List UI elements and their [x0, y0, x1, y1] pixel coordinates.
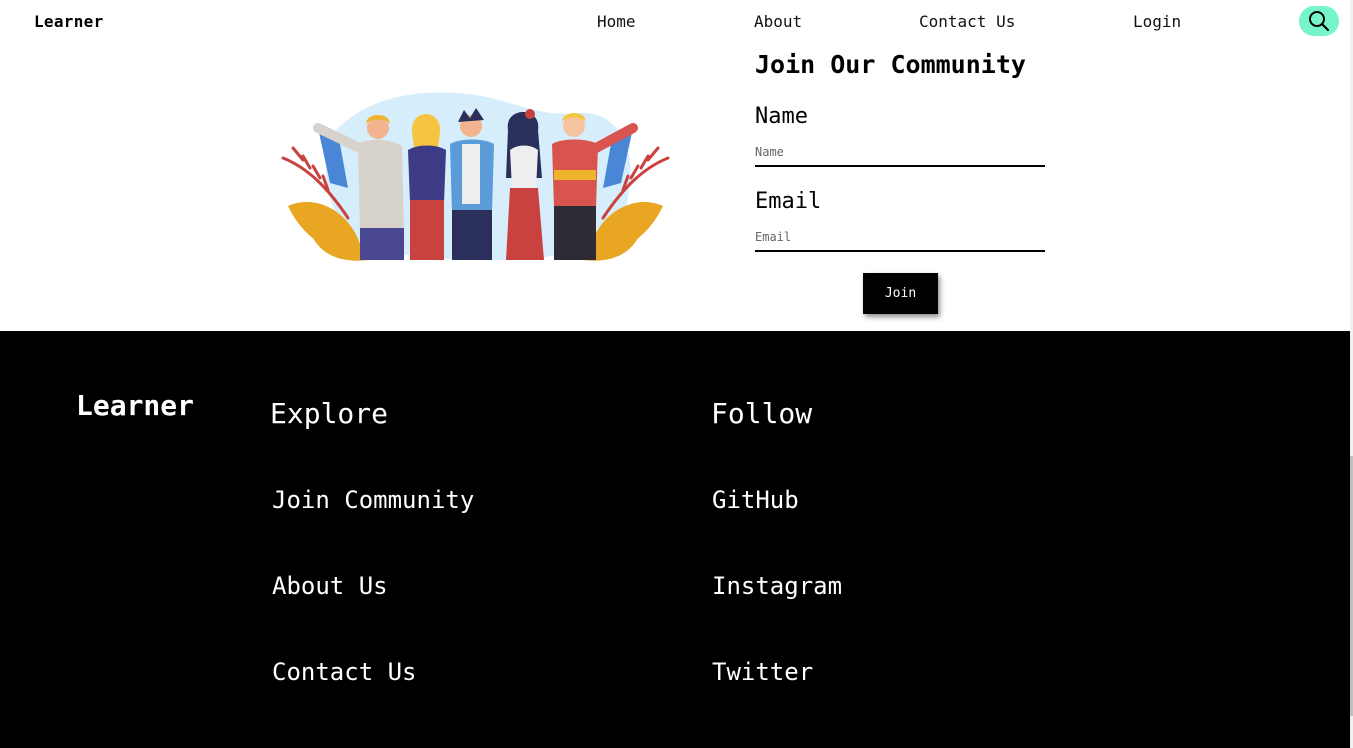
nav-about[interactable]: About	[754, 12, 802, 31]
name-label: Name	[755, 104, 808, 129]
search-icon	[1309, 11, 1330, 32]
email-input[interactable]	[755, 224, 1045, 252]
footer-brand: Learner	[76, 389, 195, 422]
email-label: Email	[755, 189, 822, 214]
footer-link-join-community[interactable]: Join Community	[272, 486, 474, 514]
nav-login[interactable]: Login	[1133, 12, 1181, 31]
search-button[interactable]	[1299, 6, 1339, 36]
footer-link-about-us[interactable]: About Us	[272, 572, 388, 600]
page: Learner Home About Contact Us Login Join…	[0, 0, 1350, 748]
join-button[interactable]: Join	[863, 273, 938, 314]
footer-link-contact-us[interactable]: Contact Us	[272, 658, 417, 686]
footer-heading-explore: Explore	[270, 397, 389, 430]
footer-link-instagram[interactable]: Instagram	[712, 572, 842, 600]
name-input[interactable]	[755, 139, 1045, 167]
brand-logo[interactable]: Learner	[34, 12, 104, 31]
footer: Learner Explore Join Community About Us …	[0, 331, 1350, 748]
footer-link-twitter[interactable]: Twitter	[712, 658, 813, 686]
nav-home[interactable]: Home	[597, 12, 636, 31]
footer-link-github[interactable]: GitHub	[712, 486, 799, 514]
form-title: Join Our Community	[755, 50, 1026, 79]
community-people-illustration	[281, 92, 670, 261]
nav-contact-us[interactable]: Contact Us	[919, 12, 1015, 31]
footer-heading-follow: Follow	[711, 397, 813, 430]
